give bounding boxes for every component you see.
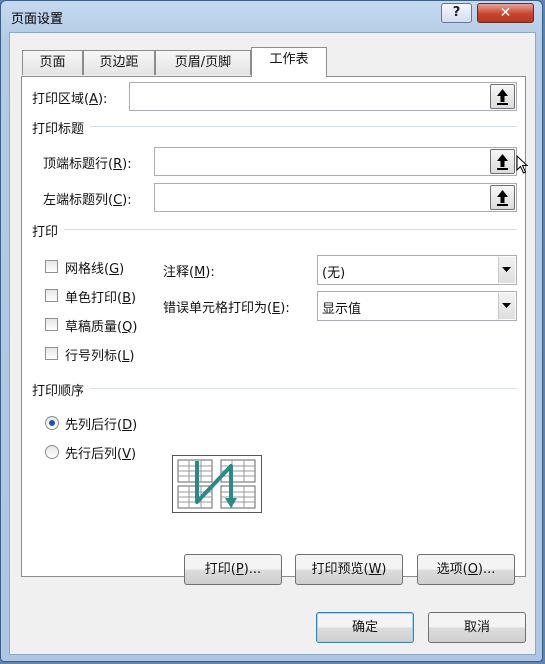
section-divider: [32, 229, 517, 230]
dialog-body: 页面 页边距 页眉/页脚 工作表 打印区域(A): 打印标题 顶端标题行(R):: [9, 32, 536, 655]
page-order-heading: 打印顺序: [32, 380, 91, 399]
columns-to-repeat-label: 左端标题列(C):: [43, 193, 132, 208]
page-order-preview: [172, 455, 262, 513]
cancel-button[interactable]: 取消: [428, 612, 526, 643]
section-divider: [32, 388, 517, 389]
collapse-arrow-icon: [497, 89, 508, 105]
row-column-headings-checkbox[interactable]: [45, 347, 58, 360]
print-preview-button[interactable]: 打印预览(W): [295, 554, 403, 585]
draft-quality-label[interactable]: 草稿质量(Q): [65, 316, 137, 335]
tab-sheet[interactable]: 工作表: [251, 47, 327, 77]
cell-errors-label: 错误单元格打印为(E):: [163, 301, 290, 316]
print-button[interactable]: 打印(P)...: [184, 554, 282, 585]
tab-header-footer[interactable]: 页眉/页脚: [155, 50, 251, 75]
down-then-over-label[interactable]: 先列后行(D): [65, 414, 137, 433]
comments-select[interactable]: (无): [317, 255, 517, 285]
comments-select-value: (无): [322, 266, 346, 281]
draft-quality-checkbox[interactable]: [45, 318, 58, 331]
page-setup-dialog: 页面设置 ? ✕ 页面 页边距 页眉/页脚 工作表 打印区域(A): 打印标题 …: [0, 0, 543, 662]
chevron-down-icon[interactable]: [498, 257, 515, 283]
comments-label: 注释(M):: [163, 265, 215, 280]
collapse-arrow-icon: [497, 154, 508, 170]
tab-margins[interactable]: 页边距: [83, 50, 155, 75]
range-picker-button[interactable]: [490, 84, 515, 109]
gridlines-checkbox[interactable]: [45, 260, 58, 273]
columns-to-repeat-input[interactable]: [154, 183, 517, 212]
sheet-tab-panel: 打印区域(A): 打印标题 顶端标题行(R): 左端标题列(C): 打印 网格线…: [21, 76, 529, 577]
dialog-title: 页面设置: [11, 12, 64, 27]
rows-range-picker-button[interactable]: [490, 149, 515, 174]
print-heading: 打印: [32, 221, 65, 240]
mouse-cursor-icon: [516, 155, 529, 174]
columns-range-picker-button[interactable]: [490, 185, 515, 210]
black-and-white-label[interactable]: 单色打印(B): [65, 287, 136, 306]
title-bar[interactable]: 页面设置 ? ✕: [1, 1, 542, 31]
cell-errors-select-value: 显示值: [322, 302, 362, 317]
gridlines-label[interactable]: 网格线(G): [65, 258, 124, 277]
print-area-input[interactable]: [129, 82, 517, 111]
black-and-white-checkbox[interactable]: [45, 289, 58, 302]
print-area-label: 打印区域(A):: [32, 92, 108, 107]
over-then-down-radio[interactable]: [45, 445, 59, 459]
down-then-over-radio[interactable]: [45, 416, 59, 430]
ok-button[interactable]: 确定: [316, 612, 414, 643]
collapse-arrow-icon: [497, 190, 508, 206]
over-then-down-label[interactable]: 先行后列(V): [65, 443, 136, 462]
print-titles-heading: 打印标题: [32, 118, 91, 137]
tab-page[interactable]: 页面: [22, 50, 83, 75]
page-order-diagram-icon: [177, 459, 256, 509]
section-divider: [32, 126, 517, 127]
chevron-down-icon[interactable]: [498, 293, 515, 319]
rows-to-repeat-input[interactable]: [154, 147, 517, 176]
close-button[interactable]: ✕: [477, 3, 534, 23]
rows-to-repeat-label: 顶端标题行(R):: [43, 157, 132, 172]
row-column-headings-label[interactable]: 行号列标(L): [65, 345, 134, 364]
cell-errors-select[interactable]: 显示值: [317, 291, 517, 321]
help-button[interactable]: ?: [441, 3, 472, 23]
options-button[interactable]: 选项(O)...: [417, 554, 515, 585]
